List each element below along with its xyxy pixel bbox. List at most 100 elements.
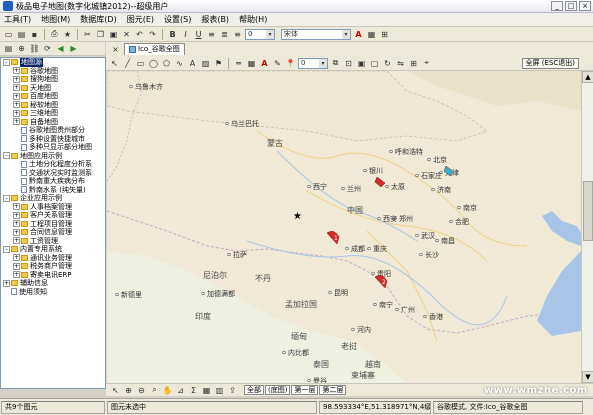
expand-icon[interactable]: + xyxy=(13,262,20,270)
maximize-button[interactable]: □ xyxy=(565,1,577,11)
expand-icon[interactable]: + xyxy=(13,271,20,279)
marker-icon[interactable]: ⚑ xyxy=(213,58,224,69)
expand-icon[interactable]: + xyxy=(13,101,20,109)
tree-item[interactable]: 黔南水系 (纯矢量) xyxy=(1,186,105,195)
delete-icon[interactable]: ✕ xyxy=(121,29,132,40)
tree-item[interactable]: 使用须知 xyxy=(1,288,105,297)
tree-item[interactable]: + 合同信息管理 xyxy=(1,228,105,237)
menu-help[interactable]: 帮助(H) xyxy=(239,14,267,25)
ellipse-icon[interactable]: ◯ xyxy=(148,58,159,69)
snap-icon[interactable]: ⌖ xyxy=(421,58,432,69)
tree-item[interactable]: - 地图源 xyxy=(1,58,105,67)
add-layer-icon[interactable]: ⊕ xyxy=(16,43,27,54)
tree-item[interactable]: - 内置专用系统 xyxy=(1,245,105,254)
expand-icon[interactable]: + xyxy=(13,118,20,126)
page-tab-layer2[interactable]: 第二层 xyxy=(319,385,347,395)
star-icon[interactable]: ★ xyxy=(62,29,73,40)
tree-item[interactable]: + 通讯业务管理 xyxy=(1,254,105,263)
tree-item[interactable]: + 人事档案管理 xyxy=(1,203,105,212)
collapse-icon[interactable]: - xyxy=(3,194,10,202)
sigma-icon[interactable]: Σ xyxy=(188,385,199,396)
undo-icon[interactable]: ↶ xyxy=(134,29,145,40)
expand-icon[interactable]: + xyxy=(13,67,20,75)
table-icon[interactable]: ▦ xyxy=(201,385,212,396)
send-back-icon[interactable]: ▢ xyxy=(369,58,380,69)
line-style-icon[interactable]: ═ xyxy=(233,58,244,69)
tree-item[interactable]: + 客户关系管理 xyxy=(1,211,105,220)
close-tab-icon[interactable]: × xyxy=(110,44,121,55)
tree-item[interactable]: + 秘软地图 xyxy=(1,101,105,110)
italic-icon[interactable]: I xyxy=(180,29,191,40)
layers-icon[interactable]: ▤ xyxy=(3,43,14,54)
tree-item[interactable]: 交通状况实时监测系 xyxy=(1,169,105,178)
grid-toggle-icon[interactable]: ⊞ xyxy=(408,58,419,69)
collapse-icon[interactable]: - xyxy=(3,58,10,66)
expand-icon[interactable]: + xyxy=(13,237,20,245)
map-vertical-scrollbar[interactable]: ▲ ▼ xyxy=(581,71,593,383)
bold-icon[interactable]: B xyxy=(167,29,178,40)
chevron-down-icon[interactable]: ▾ xyxy=(342,29,350,39)
tree-item[interactable]: + 天地图 xyxy=(1,84,105,93)
page-tab-all[interactable]: 全部 xyxy=(244,385,264,395)
full-screen-button[interactable]: 全屏 (ESC退出) xyxy=(521,57,579,69)
expand-icon[interactable]: + xyxy=(13,109,20,117)
paste-icon[interactable]: ▣ xyxy=(108,29,119,40)
image-icon[interactable]: ▨ xyxy=(200,58,211,69)
pen-icon[interactable]: ✎ xyxy=(272,58,283,69)
back-arrow-icon[interactable]: ◀ xyxy=(55,43,66,54)
tree-item[interactable]: - 地图应用示例 xyxy=(1,152,105,161)
tree-item[interactable]: + 寄卖电讯ERP xyxy=(1,271,105,280)
star-icon[interactable]: ★ xyxy=(293,211,302,222)
map-canvas[interactable]: 乌兰巴托蒙古呼和浩特北京天津石家庄太原济南银川兰州西宁郑州西安中国合肥南京武汉成… xyxy=(107,71,581,383)
expand-icon[interactable]: + xyxy=(13,211,20,219)
tree-item[interactable]: + 谷歌地图 xyxy=(1,67,105,76)
magnifier-icon[interactable]: ⌕ xyxy=(149,385,160,396)
line-width-field[interactable]: 0 ▾ xyxy=(298,57,328,69)
curve-icon[interactable]: ∿ xyxy=(174,58,185,69)
group-icon[interactable]: ⊡ xyxy=(343,58,354,69)
collapse-icon[interactable]: - xyxy=(3,152,10,160)
expand-icon[interactable]: + xyxy=(13,220,20,228)
copy-icon[interactable]: ❐ xyxy=(95,29,106,40)
page-tab-layer1[interactable]: 第一层 xyxy=(291,385,319,395)
menu-report[interactable]: 报表(B) xyxy=(201,14,229,25)
new-file-icon[interactable]: ▭ xyxy=(3,29,14,40)
grid-icon[interactable]: ⊞ xyxy=(379,29,390,40)
save-icon[interactable]: ▪ xyxy=(29,29,40,40)
menu-database[interactable]: 数据库(D) xyxy=(80,14,116,25)
tree-item[interactable]: 多种设置快捷城市 xyxy=(1,135,105,144)
minimize-button[interactable]: _ xyxy=(551,1,563,11)
tree-item[interactable]: 黔南重大疾病分布 xyxy=(1,177,105,186)
text-color-icon[interactable]: A xyxy=(259,58,270,69)
expand-icon[interactable]: + xyxy=(13,203,20,211)
menu-tools[interactable]: 工具(T) xyxy=(4,14,31,25)
scroll-down-icon[interactable]: ▼ xyxy=(582,371,593,383)
expand-icon[interactable]: + xyxy=(13,92,20,100)
rotate-icon[interactable]: ↻ xyxy=(382,58,393,69)
tree-item[interactable]: + 搜狗地图 xyxy=(1,75,105,84)
export-icon[interactable]: ⇪ xyxy=(227,385,238,396)
expand-icon[interactable]: + xyxy=(13,254,20,262)
text-icon[interactable]: A xyxy=(187,58,198,69)
tree-item[interactable]: + 三维地图 xyxy=(1,109,105,118)
menu-settings[interactable]: 设置(S) xyxy=(164,14,191,25)
underline-icon[interactable]: U xyxy=(193,29,204,40)
align-right-icon[interactable]: ≡ xyxy=(232,29,243,40)
tree-item[interactable]: + 自备地图 xyxy=(1,118,105,127)
expand-icon[interactable]: + xyxy=(13,75,20,83)
zoom-out-icon[interactable]: ⊖ xyxy=(136,385,147,396)
pan-hand-icon[interactable]: ✋ xyxy=(162,385,173,396)
collapse-icon[interactable]: - xyxy=(3,245,10,253)
tree-item[interactable]: + 工程项目管理 xyxy=(1,220,105,229)
fill-color-icon[interactable]: ▦ xyxy=(366,29,377,40)
font-color-icon[interactable]: A xyxy=(353,29,364,40)
forward-arrow-icon[interactable]: ▶ xyxy=(68,43,79,54)
page-tab-base[interactable]: (底图) xyxy=(265,385,291,395)
expand-icon[interactable]: + xyxy=(13,228,20,236)
tree-item[interactable]: - 企业应用示例 xyxy=(1,194,105,203)
tree-item[interactable]: + 工资管理 xyxy=(1,237,105,246)
chart-icon[interactable]: ▥ xyxy=(214,385,225,396)
align-left-icon[interactable]: ≡ xyxy=(206,29,217,40)
arrange-icon[interactable]: ⧉ xyxy=(330,58,341,69)
pin-icon[interactable]: 📍 xyxy=(285,58,296,69)
